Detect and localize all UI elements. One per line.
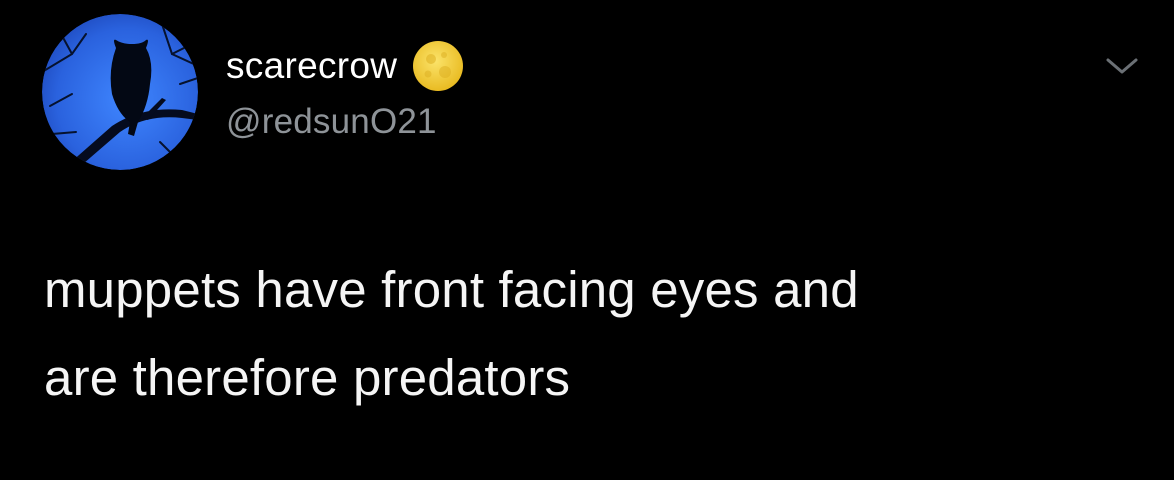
tweet-text: muppets have front facing eyes and are t… — [44, 246, 1144, 422]
author-name-row: scarecrow — [226, 40, 465, 92]
tweet-text-line: are therefore predators — [44, 349, 571, 406]
user-handle[interactable]: @redsunO21 — [226, 98, 437, 146]
display-name[interactable]: scarecrow — [226, 40, 397, 92]
full-moon-emoji-icon — [411, 39, 465, 93]
tweet-card: scarecrow @redsunO21 muppets have front … — [0, 0, 1174, 480]
chevron-down-icon[interactable] — [1102, 52, 1142, 80]
avatar[interactable] — [42, 14, 198, 170]
tweet-text-line: muppets have front facing eyes and — [44, 261, 859, 318]
owl-silhouette-avatar-icon — [42, 14, 198, 170]
